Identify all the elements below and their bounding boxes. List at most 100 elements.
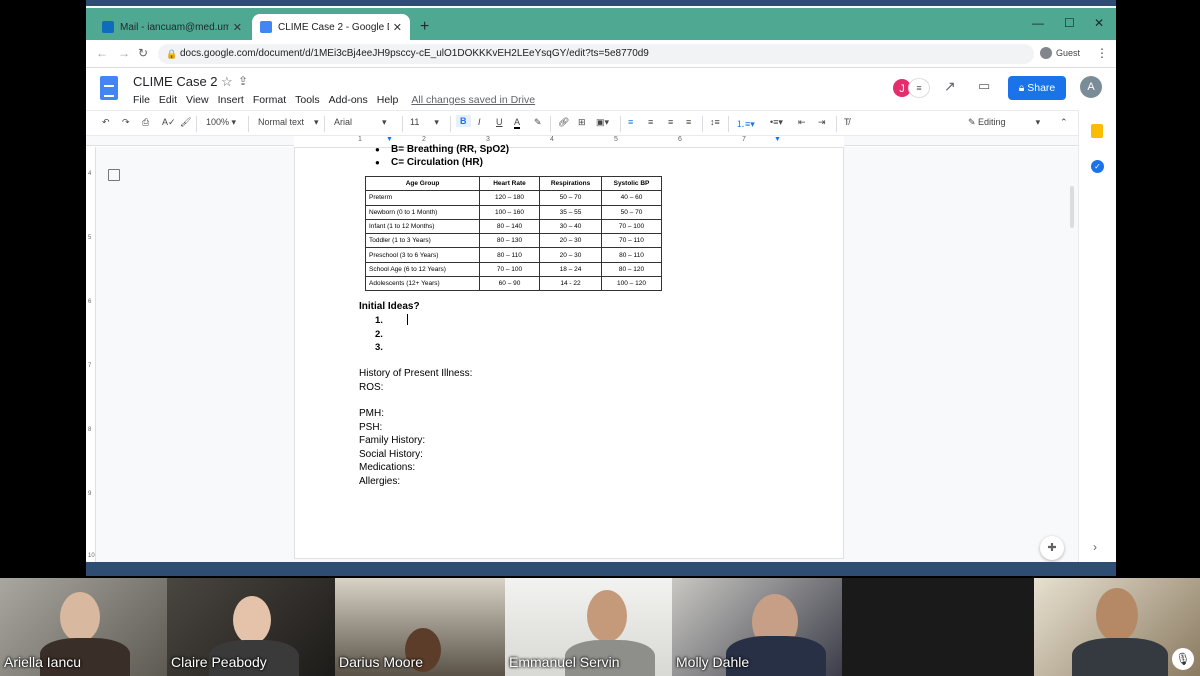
editing-mode-select[interactable]: ✎ Editing ▾ [968,117,1040,128]
close-icon[interactable]: ✕ [393,21,402,34]
table-cell: Preterm [365,190,480,206]
document-page[interactable]: B= Breathing (RR, SpO2) C= Circulation (… [294,143,844,559]
docs-logo-icon[interactable] [100,76,118,100]
keep-icon[interactable] [1091,124,1103,138]
table-row: Preterm 120 – 180 50 – 70 40 – 60 [365,190,662,206]
close-window-icon[interactable]: ✕ [1094,16,1104,30]
menu-format[interactable]: Format [253,94,286,106]
participant-name: Emmanuel Servin [509,654,620,670]
account-avatar[interactable]: A [1080,76,1102,98]
participant-tile[interactable]: Darius Moore [335,578,505,676]
numbered-list-icon[interactable]: ⒈≡▾ [736,117,755,130]
meeting-window: Mail - iancuam@med.umich.edu ✕ CLIME Cas… [0,0,1200,676]
line-spacing-icon[interactable]: ↕≡ [710,117,720,127]
table-header: Heart Rate [479,175,540,192]
font-select[interactable]: Arial ▾ [334,117,387,128]
url-input[interactable]: 🔒 docs.google.com/document/d/1MEi3cBj4ee… [158,44,1034,64]
participant-tile[interactable] [842,578,1034,676]
ruler-number: 3 [486,136,490,143]
forward-icon[interactable]: → [118,46,130,60]
bulleted-list-icon[interactable]: •≡▾ [770,117,783,128]
right-indent-marker-icon[interactable]: ▼ [774,136,781,143]
profile-button[interactable]: Guest [1040,47,1080,59]
comment-history-icon[interactable]: ▭ [978,78,990,94]
activity-dashboard-icon[interactable]: ↗ [944,78,956,95]
new-tab-icon[interactable]: + [420,18,429,36]
table-cell: 14 - 22 [539,276,602,292]
browser-menu-icon[interactable]: ⋮ [1096,46,1108,60]
clear-formatting-icon[interactable]: T̸ [844,117,850,127]
field-block-b: PMH: PSH: Family History: Social History… [359,407,425,488]
menu-addons[interactable]: Add-ons [329,94,368,106]
field-label: PMH: [359,408,384,419]
toolbar-divider [402,116,403,132]
insert-image-icon[interactable]: ▣▾ [596,117,609,128]
table-cell: 20 – 30 [539,233,602,249]
participant-tile[interactable]: Ariella Iancu [0,578,167,676]
reload-icon[interactable]: ↻ [138,46,148,60]
tab-docs[interactable]: CLIME Case 2 - Google Docs ✕ [252,14,410,40]
participant-tile[interactable]: Claire Peabody [167,578,335,676]
menu-view[interactable]: View [186,94,209,106]
spellcheck-icon[interactable]: A✓ [162,117,176,128]
indent-marker-icon[interactable]: ▼ [386,136,393,143]
share-button[interactable]: 🔒︎ Share [1008,76,1066,100]
share-label: Share [1027,82,1056,94]
participant-tile[interactable]: 🎙︎ Molly Dahle [672,578,842,676]
tab-mail[interactable]: Mail - iancuam@med.umich.edu ✕ [94,14,250,40]
highlight-icon[interactable]: ✎ [534,117,542,128]
participant-tile[interactable]: 🎙︎ Emmanuel Servin [505,578,672,676]
document-outline-icon[interactable] [108,169,120,181]
vertical-scrollbar[interactable] [1070,186,1074,228]
style-select[interactable]: Normal text ▾ [258,117,319,128]
zoom-select[interactable]: 100% ▾ [206,117,236,128]
close-icon[interactable]: ✕ [233,21,242,34]
align-center-icon[interactable]: ≡ [648,117,653,127]
editing-mode-value: Editing [978,117,1006,127]
redo-icon[interactable]: ↷ [122,117,130,128]
menu-insert[interactable]: Insert [218,94,244,106]
menu-tools[interactable]: Tools [295,94,320,106]
table-cell: 100 – 120 [601,276,662,292]
font-size-select[interactable]: 11 ▾ [410,117,439,128]
link-icon[interactable]: 🔗︎ [558,117,569,128]
italic-button[interactable]: I [478,117,481,127]
minimize-icon[interactable]: — [1032,16,1044,30]
print-icon[interactable]: ⎙ [142,117,149,128]
microphone-icon[interactable]: 🎙︎ [1172,648,1194,670]
justify-icon[interactable]: ≡ [686,117,691,127]
screen-border-bottom [86,562,1116,576]
underline-button[interactable]: U [496,117,503,127]
menu-file[interactable]: File [133,94,150,106]
field-label: History of Present Illness: [359,368,473,379]
text-color-icon[interactable]: A [514,117,521,129]
paint-format-icon[interactable]: 🖌︎ [180,117,191,128]
back-icon[interactable]: ← [96,46,108,60]
undo-icon[interactable]: ↶ [102,117,110,128]
star-icon[interactable]: ☆ [221,74,233,90]
bold-button[interactable]: B [456,115,471,127]
collaborator-chat-icon[interactable]: ≡ [908,78,930,98]
menu-help[interactable]: Help [377,94,399,106]
maximize-icon[interactable]: ☐ [1064,16,1075,30]
tasks-icon[interactable]: ✓ [1091,160,1104,173]
docs-icon [260,21,272,33]
increase-indent-icon[interactable]: ⇥ [818,117,826,128]
menu-edit[interactable]: Edit [159,94,177,106]
toolbar-divider [836,116,837,132]
participant-face [233,596,271,644]
drive-move-icon[interactable]: ⇪ [238,74,248,88]
collapse-icon[interactable]: ⌃ [1060,117,1068,128]
document-title[interactable]: CLIME Case 2 [133,74,218,89]
field-label: Social History: [359,448,423,460]
add-comment-icon[interactable]: ⊞ [578,117,586,128]
decrease-indent-icon[interactable]: ⇤ [798,117,806,128]
participant-name: Claire Peabody [171,654,267,670]
explore-button[interactable]: ✚ [1040,536,1064,560]
align-right-icon[interactable]: ≡ [668,117,673,127]
participant-tile[interactable]: 🎙︎ [1034,578,1200,676]
chevron-right-icon[interactable]: › [1093,540,1097,554]
align-left-icon[interactable]: ≡ [628,117,633,127]
save-status[interactable]: All changes saved in Drive [411,94,535,106]
ruler-number: 5 [614,136,618,143]
